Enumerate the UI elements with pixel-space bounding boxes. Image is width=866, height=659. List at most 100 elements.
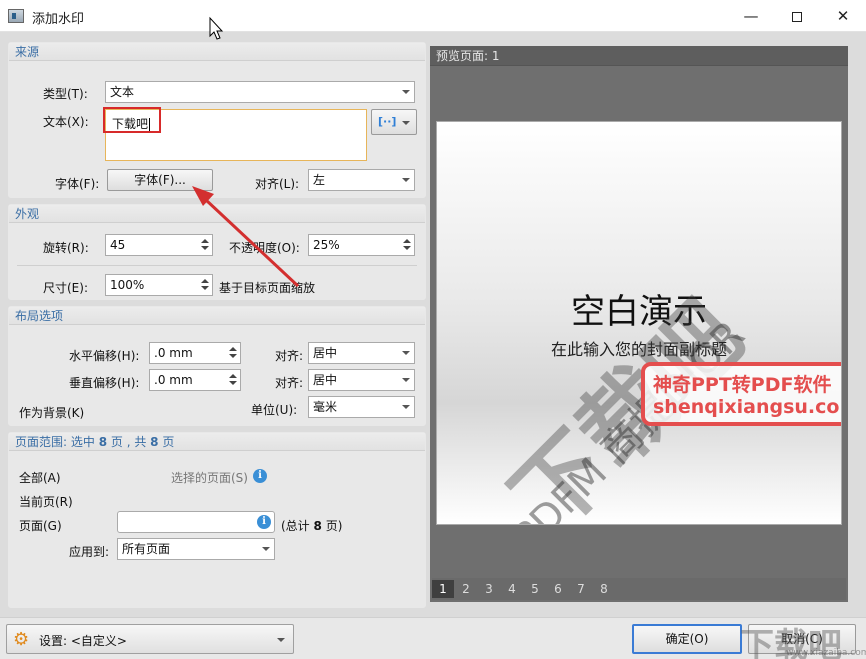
range-total-count: 8 (150, 435, 159, 449)
rotation-spinner[interactable]: 45 (105, 234, 213, 256)
page-number-7[interactable]: 7 (570, 580, 592, 598)
spin-down-icon[interactable] (402, 244, 412, 253)
bottom-bar: ⚙ 设置: <自定义> 确定(O) 取消(C) 下载吧 www.xiazaiba… (0, 617, 866, 659)
source-header: 来源 (9, 43, 425, 61)
title-bar: 添加水印 — ✕ (0, 0, 866, 32)
page-range-section: 页面范围: 选中 8 页 , 共 8 页 全部(A) 选择的页面(S) i 当前… (8, 432, 426, 608)
pages-option[interactable]: 页面(G) (19, 517, 62, 534)
unit-combo[interactable]: 毫米 (308, 396, 415, 418)
page-number-8[interactable]: 8 (593, 580, 615, 598)
range-header-suffix: 页 (162, 435, 175, 449)
current-page-option[interactable]: 当前页(R) (19, 493, 73, 510)
spin-down-icon[interactable] (228, 352, 238, 361)
maximize-icon (792, 11, 802, 22)
opacity-label: 不透明度(O): (229, 241, 300, 255)
apply-to-combo[interactable]: 所有页面 (117, 538, 275, 560)
font-button[interactable]: 字体(F)... (107, 169, 213, 191)
spin-down-icon[interactable] (228, 379, 238, 388)
ok-button[interactable]: 确定(O) (632, 624, 742, 654)
page-number-3[interactable]: 3 (478, 580, 500, 598)
close-button[interactable]: ✕ (820, 0, 866, 32)
page-number-5[interactable]: 5 (524, 580, 546, 598)
chevron-down-icon (398, 170, 414, 190)
type-label: 类型(T): (43, 87, 88, 101)
as-background-option[interactable]: 作为背景(K) (19, 404, 84, 421)
stamp-line1: 神奇PPT转PDF软件 (653, 374, 832, 396)
type-value: 文本 (110, 85, 135, 99)
scale-to-page-option[interactable]: 基于目标页面缩放 (219, 279, 315, 296)
chevron-down-icon (277, 638, 285, 642)
all-pages-option[interactable]: 全部(A) (19, 469, 61, 486)
source-section: 来源 类型(T): 文本 文本(X): 下载吧 [··] 字体(F): 字体(F… (8, 42, 426, 198)
minimize-button[interactable]: — (728, 0, 774, 32)
annotation-highlight-box (103, 107, 161, 133)
selected-pages-option[interactable]: 选择的页面(S) (171, 469, 248, 486)
range-selected-count: 8 (98, 435, 108, 449)
info-icon[interactable]: i (257, 515, 271, 529)
chevron-down-icon (398, 370, 414, 390)
opacity-spinner[interactable]: 25% (308, 234, 415, 256)
align-label: 对齐(L): (255, 177, 300, 191)
app-icon (8, 9, 24, 23)
apply-to-label: 应用到: (69, 545, 110, 559)
gear-icon: ⚙ (13, 629, 30, 650)
insert-macro-button[interactable]: [··] (371, 109, 417, 135)
chevron-down-icon (398, 397, 414, 417)
page-number-4[interactable]: 4 (501, 580, 523, 598)
size-label: 尺寸(E): (43, 281, 88, 295)
total-prefix: (总计 (281, 519, 310, 533)
align1-combo[interactable]: 居中 (308, 342, 415, 364)
total-suffix: 页) (325, 519, 343, 533)
unit-label: 单位(U): (251, 403, 298, 417)
page-thumbnail-strip: 1 2 3 4 5 6 7 8 (432, 578, 846, 600)
range-header-prefix: 页面范围: 选中 (15, 435, 95, 449)
chevron-down-icon (398, 82, 414, 102)
align1-label: 对齐: (275, 349, 304, 363)
maximize-button[interactable] (774, 0, 820, 32)
v-offset-spinner[interactable]: .0 mm (149, 369, 241, 391)
pages-input[interactable] (117, 511, 275, 533)
info-icon[interactable]: i (253, 469, 267, 483)
dialog-body: 来源 类型(T): 文本 文本(X): 下载吧 [··] 字体(F): 字体(F… (0, 32, 866, 617)
align-combo[interactable]: 左 (308, 169, 415, 191)
appearance-section: 外观 旋转(R): 45 不透明度(O): 25% 尺寸(E): 100% 基于… (8, 204, 426, 300)
unit-value: 毫米 (313, 400, 338, 414)
total-count: 8 (313, 519, 322, 533)
rotation-label: 旋转(R): (43, 241, 89, 255)
layout-section: 布局选项 水平偏移(H): .0 mm 对齐: 居中 垂直偏移(H): .0 m… (8, 306, 426, 426)
range-header-mid: 页 , 共 (110, 435, 147, 449)
page-number-2[interactable]: 2 (455, 580, 477, 598)
spin-down-icon[interactable] (200, 244, 210, 253)
preview-header: 预览页面: 1 (430, 46, 848, 66)
size-spinner[interactable]: 100% (105, 274, 213, 296)
h-offset-label: 水平偏移(H): (69, 349, 140, 363)
spin-down-icon[interactable] (200, 284, 210, 293)
macro-icon: [··] (378, 115, 397, 128)
chevron-down-icon (398, 343, 414, 363)
corner-watermark-url: www.xiazaiba.com (786, 648, 866, 658)
align-value: 左 (313, 173, 326, 187)
opacity-value: 25% (313, 238, 340, 252)
rotation-value: 45 (110, 238, 126, 252)
total-pages-text: (总计 8 页) (281, 517, 342, 534)
brand-stamp: 神奇PPT转PDF软件 shenqixiangsu.com (641, 362, 842, 426)
settings-label: 设置: <自定义> (39, 634, 127, 648)
chevron-down-icon (258, 539, 274, 559)
page-number-6[interactable]: 6 (547, 580, 569, 598)
v-offset-label: 垂直偏移(H): (69, 376, 140, 390)
settings-dropdown[interactable]: ⚙ 设置: <自定义> (6, 624, 294, 654)
type-combo[interactable]: 文本 (105, 81, 415, 103)
preview-pane: 预览页面: 1 空白演示 在此输入您的封面副标题 下载吧 PDFM 商提DIOR… (430, 46, 848, 602)
appearance-divider (17, 265, 417, 266)
align2-value: 居中 (313, 373, 338, 387)
align2-combo[interactable]: 居中 (308, 369, 415, 391)
size-value: 100% (110, 278, 145, 292)
page-number-1[interactable]: 1 (432, 580, 454, 598)
page-range-header: 页面范围: 选中 8 页 , 共 8 页 (9, 433, 425, 451)
align2-label: 对齐: (275, 376, 304, 390)
v-offset-value: .0 mm (154, 373, 193, 387)
stamp-line2: shenqixiangsu.com (653, 396, 842, 418)
font-label: 字体(F): (55, 177, 100, 191)
h-offset-spinner[interactable]: .0 mm (149, 342, 241, 364)
appearance-header: 外观 (9, 205, 425, 223)
